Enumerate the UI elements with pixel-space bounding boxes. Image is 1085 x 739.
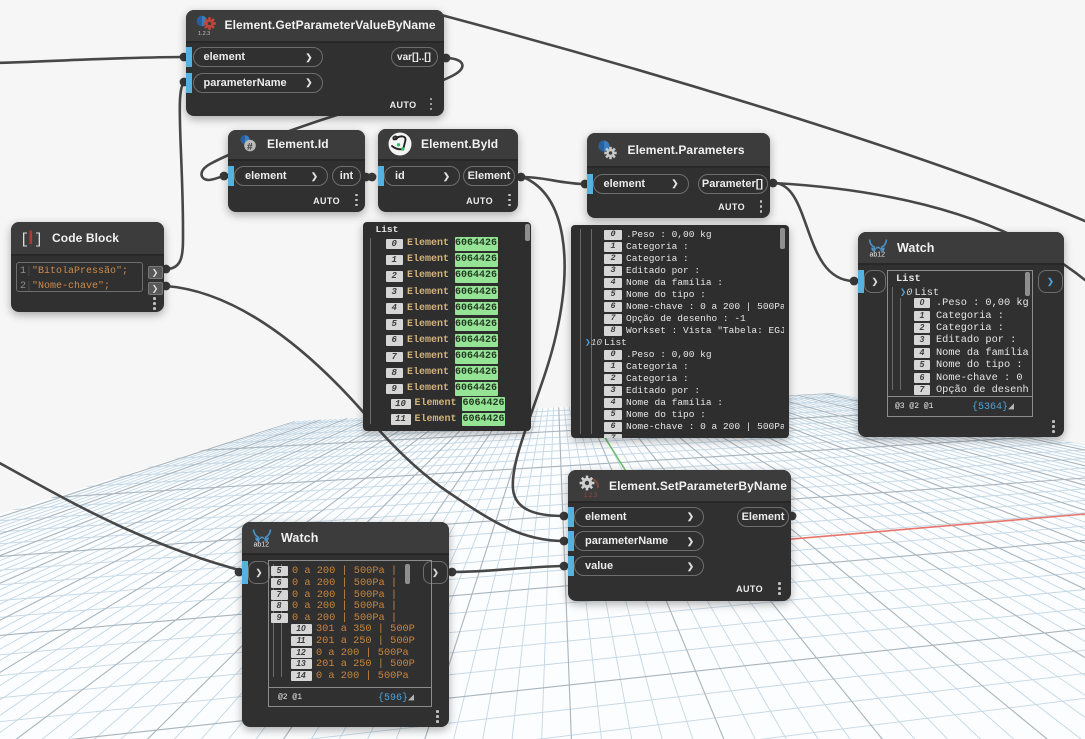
svg-text:ab12: ab12 [254,541,270,548]
svg-text:ab12: ab12 [870,251,886,258]
svg-text:1.2.3: 1.2.3 [584,493,598,498]
svg-text:]: ] [34,231,43,248]
svg-text:[: [ [20,231,29,248]
svg-text:#: # [247,142,253,153]
svg-text:1.2.3: 1.2.3 [198,31,210,37]
